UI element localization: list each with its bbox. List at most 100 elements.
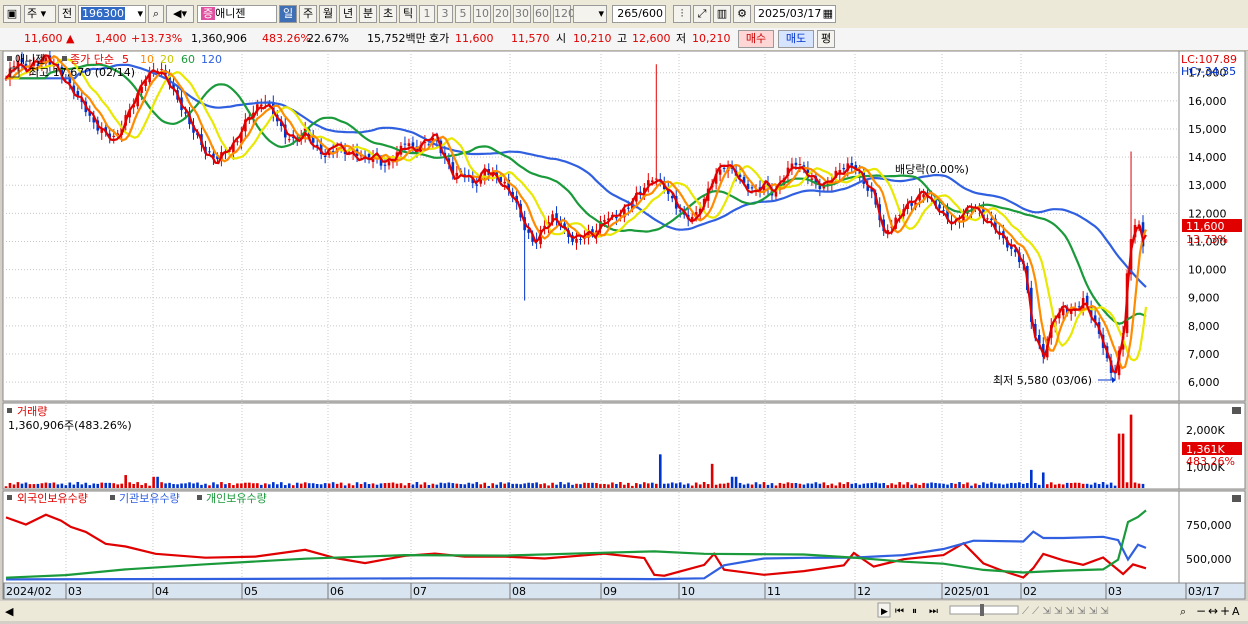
- tick-60[interactable]: 60: [533, 5, 551, 23]
- last-page-icon[interactable]: ⏭: [929, 606, 938, 617]
- panel-close-icon[interactable]: [1232, 495, 1241, 502]
- candle-body: [627, 207, 630, 209]
- buy-button[interactable]: 매수: [738, 30, 774, 48]
- volume-bar: [882, 482, 885, 488]
- price-change: 1,400: [95, 32, 127, 45]
- volume-bar: [686, 483, 690, 488]
- play-icon[interactable]: ▶: [881, 607, 888, 617]
- candle-body: [850, 162, 854, 166]
- volume-bar: [1121, 433, 1125, 488]
- ma60-legend: 60: [181, 53, 195, 66]
- tick-1[interactable]: 1: [419, 5, 435, 23]
- volume-bar: [862, 483, 866, 488]
- volume-bar: [248, 482, 251, 488]
- volume-bar: [335, 483, 339, 488]
- tick-120[interactable]: 120: [553, 5, 575, 23]
- window-menu-icon[interactable]: ▣: [3, 5, 21, 23]
- candle-body: [323, 155, 327, 157]
- volume-bar: [822, 482, 826, 488]
- tick-10[interactable]: 10: [473, 5, 491, 23]
- candle-body: [112, 135, 116, 138]
- price-tick-label: 8,000: [1188, 320, 1220, 333]
- volume-bar: [96, 483, 100, 488]
- tick-3[interactable]: 3: [437, 5, 453, 23]
- legend-marker: [7, 495, 12, 500]
- volume-bar: [1057, 483, 1061, 488]
- volume-bar: [906, 482, 909, 488]
- bid-price: 11,570: [511, 32, 550, 45]
- tool-icons[interactable]: ⟋ ⟋ ⇲ ⇲ ⇲ ⇲ ⇲ ⇲: [1022, 606, 1109, 617]
- tab-second[interactable]: 초: [379, 5, 397, 23]
- zoom-slider-handle[interactable]: [980, 604, 984, 616]
- volume-bar: [543, 483, 546, 488]
- volume-bar: [631, 485, 634, 488]
- quote-bar: 11,600 ▲ 1,400 +13.73% 1,360,906 483.26%…: [0, 28, 1248, 51]
- volume-bar: [283, 485, 287, 488]
- price-tick-label: 9,000: [1188, 292, 1220, 305]
- search-icon[interactable]: ⌕: [148, 5, 164, 23]
- volume-bar: [40, 483, 44, 488]
- volume-bar: [858, 484, 862, 488]
- tab-minute[interactable]: 분: [359, 5, 377, 23]
- volume-value: 1,360,906: [191, 32, 247, 45]
- tab-year[interactable]: 년: [339, 5, 357, 23]
- speaker-icon[interactable]: ◀▾: [166, 5, 194, 23]
- volume-bar: [1125, 482, 1129, 488]
- volume-bar: [423, 482, 427, 488]
- chart-area[interactable]: 17,000 16,000 15,000 14,000 13,000 12,000 11,0…: [0, 48, 1248, 621]
- price-tick-label: 10,000: [1188, 264, 1227, 277]
- stock-code-input[interactable]: 196300 ▾: [78, 5, 146, 23]
- evaluate-button[interactable]: 평: [817, 30, 835, 48]
- volume-bar: [607, 484, 610, 488]
- volume-bar: [415, 482, 419, 488]
- custom-tick-select[interactable]: ▾: [573, 5, 607, 23]
- zoom-in-icon[interactable]: +: [1220, 604, 1230, 618]
- candle-type-icon[interactable]: ⫶: [673, 5, 691, 23]
- volume-bar: [403, 485, 407, 488]
- candle-body: [579, 239, 582, 241]
- prev-button[interactable]: 전: [58, 5, 76, 23]
- scroll-left-icon[interactable]: ◀: [5, 605, 14, 618]
- date-value: 2025/03/17: [758, 7, 822, 20]
- count-field[interactable]: 265/600: [612, 5, 666, 23]
- holdings-tick-750k: 750,000: [1186, 519, 1232, 532]
- x-tick-label: 06: [330, 585, 344, 598]
- sell-button[interactable]: 매도: [778, 30, 814, 48]
- draw-tool-icon[interactable]: ⤢: [693, 5, 711, 23]
- gear-icon[interactable]: ⚙: [733, 5, 751, 23]
- stock-name: 애니젠: [215, 7, 246, 20]
- calendar-icon[interactable]: ▦: [823, 6, 833, 22]
- font-size-icon[interactable]: A: [1232, 605, 1240, 618]
- volume-bar: [694, 482, 698, 488]
- first-page-icon[interactable]: ⏮: [895, 606, 904, 617]
- pause-icon[interactable]: ⏸: [912, 606, 917, 617]
- zoom-out-icon[interactable]: −: [1196, 604, 1206, 618]
- ma10-legend: 10: [140, 53, 154, 66]
- volume-bar: [371, 483, 375, 488]
- x-tick-label: 03: [1108, 585, 1122, 598]
- shrink-icon[interactable]: ↔: [1208, 604, 1218, 618]
- volume-bar: [291, 485, 295, 488]
- tick-20[interactable]: 20: [493, 5, 511, 23]
- date-field[interactable]: 2025/03/17 ▦: [754, 5, 836, 23]
- tick-30[interactable]: 30: [513, 5, 531, 23]
- stock-name-field[interactable]: 증 애니젠: [197, 5, 277, 23]
- low-label: 저: [676, 32, 687, 45]
- tab-month[interactable]: 월: [319, 5, 337, 23]
- volume-bar: [583, 482, 586, 488]
- indicator-icon[interactable]: ▥: [713, 5, 731, 23]
- price-change-pct: +13.73%: [131, 32, 183, 45]
- volume-bar: [479, 484, 483, 488]
- volume-bar: [503, 483, 506, 488]
- volume-bar: [1026, 483, 1029, 488]
- tab-week[interactable]: 주: [299, 5, 317, 23]
- tab-day[interactable]: 일: [279, 5, 297, 23]
- chart-svg[interactable]: 17,00016,00015,00014,00013,00012,00011,0…: [0, 48, 1248, 621]
- volume-bar: [1089, 484, 1093, 488]
- tick-5[interactable]: 5: [455, 5, 471, 23]
- period-select[interactable]: 주 ▾: [24, 5, 56, 23]
- volume-bar: [710, 463, 714, 488]
- panel-close-icon[interactable]: [1232, 407, 1241, 414]
- tab-tick[interactable]: 틱: [399, 5, 417, 23]
- zoom-search-icon[interactable]: ⌕: [1180, 605, 1186, 618]
